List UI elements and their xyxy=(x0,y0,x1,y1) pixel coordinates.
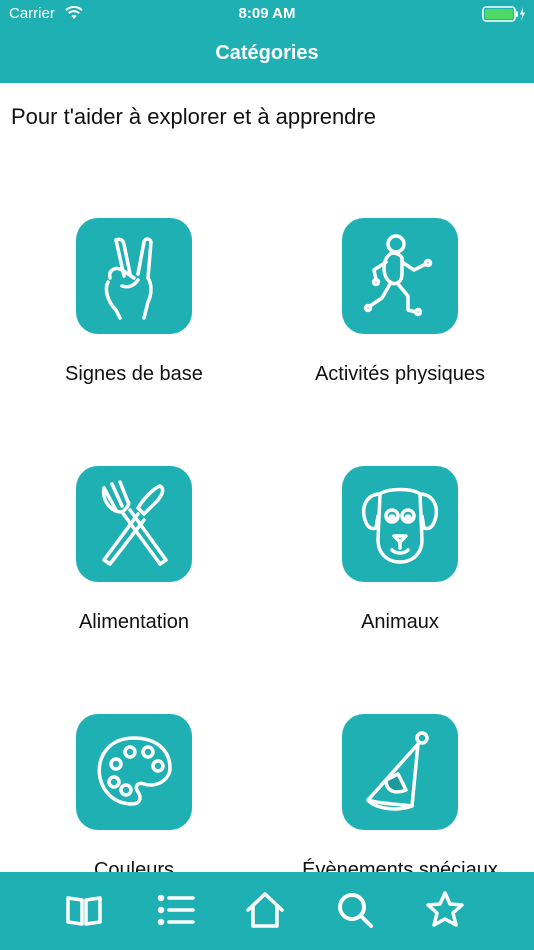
tab-favorites[interactable] xyxy=(425,890,469,930)
category-activites-physiques[interactable]: Activités physiques xyxy=(280,218,520,418)
party-hat-icon xyxy=(366,731,429,811)
intro-text: Pour t'aider à explorer et à apprendre xyxy=(11,104,376,129)
category-alimentation[interactable]: Alimentation xyxy=(14,466,254,666)
category-icon-box[interactable] xyxy=(76,218,192,334)
tab-book[interactable] xyxy=(64,890,108,930)
category-label[interactable]: Animaux xyxy=(260,611,534,634)
category-icon-box[interactable] xyxy=(76,714,192,830)
category-icon-box[interactable] xyxy=(342,714,458,830)
category-label[interactable]: Couleurs xyxy=(0,859,274,872)
tab-bar xyxy=(0,872,534,950)
category-evenements-speciaux[interactable]: Évènements spéciaux xyxy=(280,714,520,872)
search-icon xyxy=(338,893,373,928)
tab-home[interactable] xyxy=(245,890,289,930)
home-icon xyxy=(246,892,284,928)
category-animaux[interactable]: Animaux xyxy=(280,466,520,666)
category-icon-box[interactable] xyxy=(342,218,458,334)
star-icon xyxy=(426,891,464,927)
dog-face-icon xyxy=(361,487,439,564)
tab-search[interactable] xyxy=(335,890,379,930)
fork-knife-icon xyxy=(101,480,168,566)
category-couleurs[interactable]: Couleurs xyxy=(14,714,254,872)
palette-icon xyxy=(97,736,172,806)
category-grid: Pour t'aider à explorer et à apprendre S… xyxy=(0,0,534,872)
category-icon-box[interactable] xyxy=(76,466,192,582)
tab-list[interactable] xyxy=(156,890,200,930)
category-label[interactable]: Alimentation xyxy=(0,611,274,634)
peace-hand-icon xyxy=(104,237,153,320)
category-label[interactable]: Signes de base xyxy=(0,363,274,386)
running-person-icon xyxy=(363,234,433,317)
category-label[interactable]: Activités physiques xyxy=(260,363,534,386)
category-icon-box[interactable] xyxy=(342,466,458,582)
book-icon xyxy=(66,896,102,926)
category-label[interactable]: Évènements spéciaux xyxy=(260,859,534,872)
category-signes-de-base[interactable]: Signes de base xyxy=(14,218,254,418)
list-icon xyxy=(157,894,195,926)
